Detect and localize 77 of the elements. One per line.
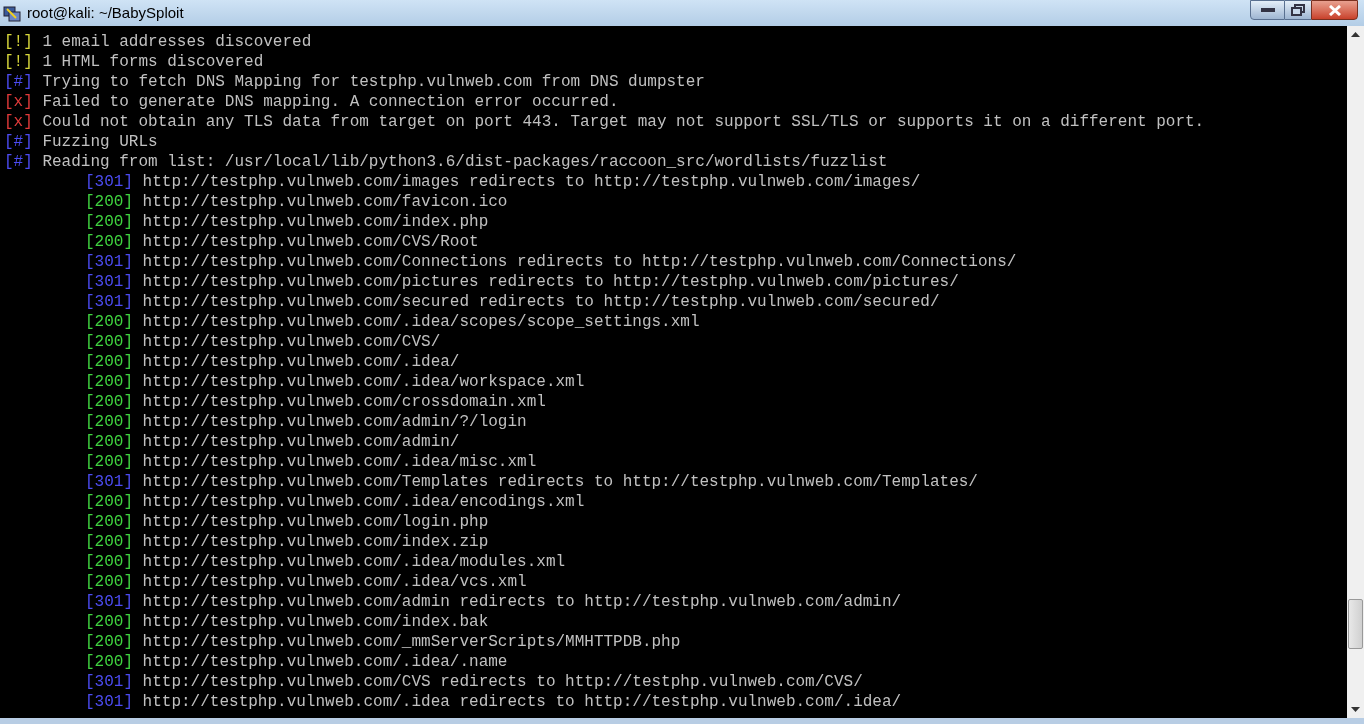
- output-line: http://testphp.vulnweb.com/.idea/modules.xml: [142, 552, 566, 572]
- output-line: http://testphp.vulnweb.com/.idea/encodings.xml: [142, 492, 585, 512]
- status-tag: [200]: [85, 452, 133, 472]
- status-tag: [!]: [4, 52, 33, 72]
- output-line: http://testphp.vulnweb.com/admin/?/login: [142, 412, 527, 432]
- status-tag: [200]: [85, 612, 133, 632]
- output-line: http://testphp.vulnweb.com/CVS/: [142, 332, 441, 352]
- output-line: http://testphp.vulnweb.com/Connections redirects to http://testphp.vulnweb.com/Connections/: [142, 252, 1017, 272]
- output-line: http://testphp.vulnweb.com/Templates redirects to http://testphp.vulnweb.com/Templates/: [142, 472, 978, 492]
- output-line: http://testphp.vulnweb.com/.idea/misc.xml: [142, 452, 537, 472]
- maximize-icon: [1291, 4, 1305, 16]
- status-tag: [200]: [85, 552, 133, 572]
- status-tag: [200]: [85, 372, 133, 392]
- output-line: http://testphp.vulnweb.com/index.zip: [142, 532, 489, 552]
- status-tag: [x]: [4, 112, 33, 132]
- status-tag: [#]: [4, 132, 33, 152]
- output-line: http://testphp.vulnweb.com/admin redirects to http://testphp.vulnweb.com/admin/: [142, 592, 902, 612]
- output-line: Trying to fetch DNS Mapping for testphp.vulnweb.com from DNS dumpster: [42, 72, 705, 92]
- status-tag: [200]: [85, 312, 133, 332]
- status-tag: [200]: [85, 232, 133, 252]
- output-line: http://testphp.vulnweb.com/.idea/.name: [142, 652, 508, 672]
- output-line: http://testphp.vulnweb.com/.idea/vcs.xml: [142, 572, 527, 592]
- status-tag: [200]: [85, 512, 133, 532]
- status-tag: [x]: [4, 92, 33, 112]
- status-tag: [200]: [85, 192, 133, 212]
- close-icon: [1327, 4, 1342, 16]
- output-line: http://testphp.vulnweb.com/index.php: [142, 212, 489, 232]
- status-tag: [200]: [85, 392, 133, 412]
- status-tag: [200]: [85, 332, 133, 352]
- output-line: Failed to generate DNS mapping. A connection error occurred.: [42, 92, 619, 112]
- status-tag: [301]: [85, 472, 133, 492]
- scroll-thumb[interactable]: [1348, 599, 1363, 649]
- status-tag: [301]: [85, 692, 133, 712]
- status-tag: [#]: [4, 152, 33, 172]
- output-line: Fuzzing URLs: [42, 132, 158, 152]
- status-tag: [200]: [85, 572, 133, 592]
- status-tag: [200]: [85, 212, 133, 232]
- output-line: http://testphp.vulnweb.com/index.bak: [142, 612, 489, 632]
- status-tag: [!]: [4, 32, 33, 52]
- status-tag: [200]: [85, 652, 133, 672]
- status-tag: [200]: [85, 492, 133, 512]
- output-line: http://testphp.vulnweb.com/images redirects to http://testphp.vulnweb.com/images/: [142, 172, 921, 192]
- terminal-icon: [3, 4, 21, 22]
- maximize-button[interactable]: [1285, 0, 1311, 20]
- output-line: http://testphp.vulnweb.com/favicon.ico: [142, 192, 508, 212]
- status-tag: [301]: [85, 592, 133, 612]
- status-tag: [301]: [85, 672, 133, 692]
- minimize-icon: [1260, 7, 1275, 13]
- status-tag: [200]: [85, 432, 133, 452]
- output-line: http://testphp.vulnweb.com/.idea/workspace.xml: [142, 372, 585, 392]
- status-tag: [301]: [85, 252, 133, 272]
- output-line: http://testphp.vulnweb.com/.idea redirects to http://testphp.vulnweb.com/.idea/: [142, 692, 902, 712]
- close-button[interactable]: [1311, 0, 1358, 20]
- status-tag: [#]: [4, 72, 33, 92]
- output-line: 1 HTML forms discovered: [42, 52, 264, 72]
- status-tag: [301]: [85, 292, 133, 312]
- output-line: http://testphp.vulnweb.com/_mmServerScripts/MMHTTPDB.php: [142, 632, 681, 652]
- output-line: http://testphp.vulnweb.com/login.php: [142, 512, 489, 532]
- window-title: root@kali: ~/BabySploit: [27, 2, 184, 23]
- output-line: http://testphp.vulnweb.com/CVS redirects to http://testphp.vulnweb.com/CVS/: [142, 672, 863, 692]
- output-line: http://testphp.vulnweb.com/pictures redirects to http://testphp.vulnweb.com/pictures/: [142, 272, 959, 292]
- output-line: http://testphp.vulnweb.com/CVS/Root: [142, 232, 479, 252]
- output-line: 1 email addresses discovered: [42, 32, 312, 52]
- output-line: Could not obtain any TLS data from target on port 443. Target may not support SSL/TLS or supports it on a different port.: [42, 112, 1205, 132]
- output-line: http://testphp.vulnweb.com/secured redirects to http://testphp.vulnweb.com/secured/: [142, 292, 940, 312]
- status-tag: [301]: [85, 272, 133, 292]
- status-tag: [200]: [85, 532, 133, 552]
- status-tag: [200]: [85, 632, 133, 652]
- status-tag: [200]: [85, 412, 133, 432]
- status-tag: [301]: [85, 172, 133, 192]
- output-line: http://testphp.vulnweb.com/.idea/: [142, 352, 460, 372]
- minimize-button[interactable]: [1250, 0, 1285, 20]
- output-line: http://testphp.vulnweb.com/admin/: [142, 432, 460, 452]
- output-line: http://testphp.vulnweb.com/crossdomain.xml: [142, 392, 546, 412]
- status-tag: [200]: [85, 352, 133, 372]
- output-line: http://testphp.vulnweb.com/.idea/scopes/scope_settings.xml: [142, 312, 700, 332]
- output-line: Reading from list: /usr/local/lib/python3.6/dist-packages/raccoon_src/wordlists/fuzzlist: [42, 152, 888, 172]
